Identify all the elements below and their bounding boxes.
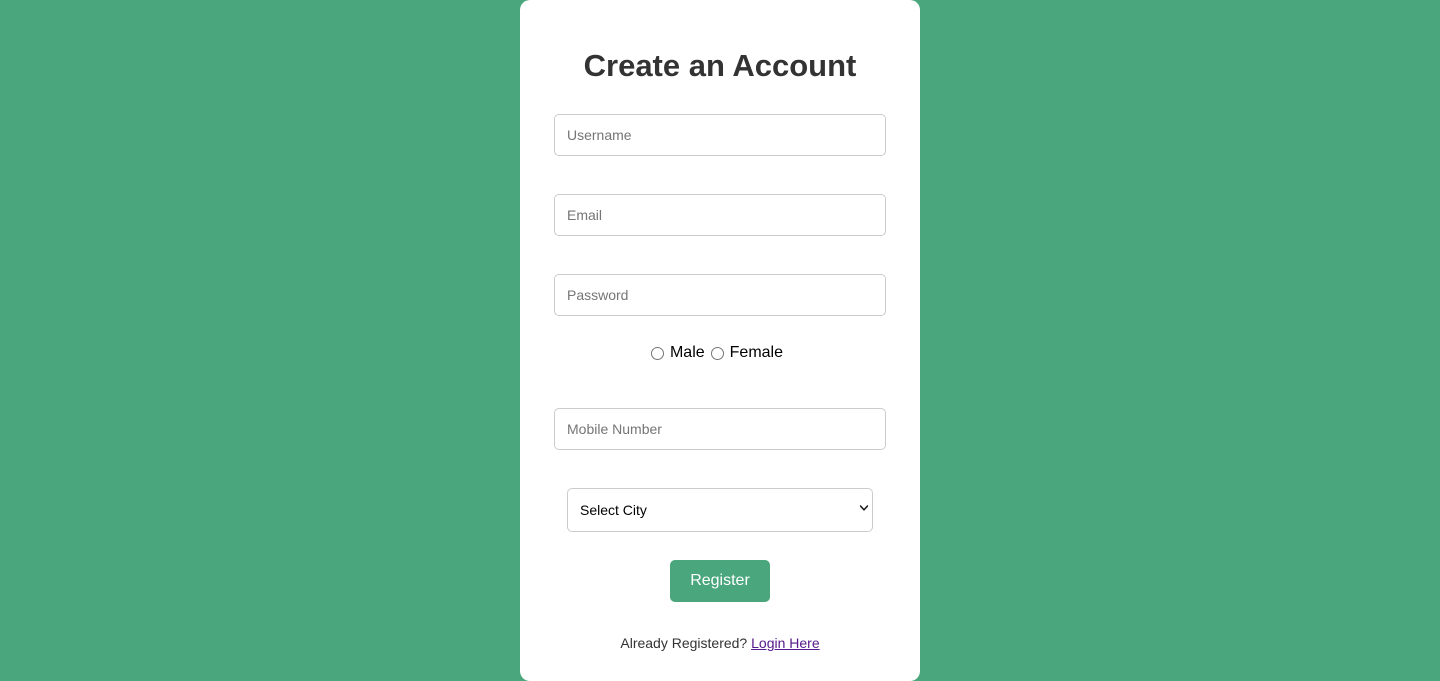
password-input[interactable] (554, 274, 886, 316)
gender-female-label[interactable]: Female (730, 343, 783, 363)
username-input[interactable] (554, 114, 886, 156)
gender-male-label[interactable]: Male (670, 343, 705, 363)
gender-radio-group: Male Female (520, 342, 920, 364)
registration-card: Create an Account Male Female Select Cit… (520, 0, 920, 681)
gender-female-radio[interactable] (710, 346, 724, 360)
login-prompt: Already Registered? Login Here (520, 634, 920, 652)
page-title: Create an Account (583, 48, 857, 83)
already-registered-text: Already Registered? (620, 635, 748, 651)
email-input[interactable] (554, 194, 886, 236)
login-link[interactable]: Login Here (751, 635, 820, 651)
gender-male-radio[interactable] (650, 346, 664, 360)
city-select[interactable]: Select City (567, 488, 873, 532)
mobile-number-input[interactable] (554, 408, 886, 450)
register-button[interactable]: Register (670, 560, 770, 602)
